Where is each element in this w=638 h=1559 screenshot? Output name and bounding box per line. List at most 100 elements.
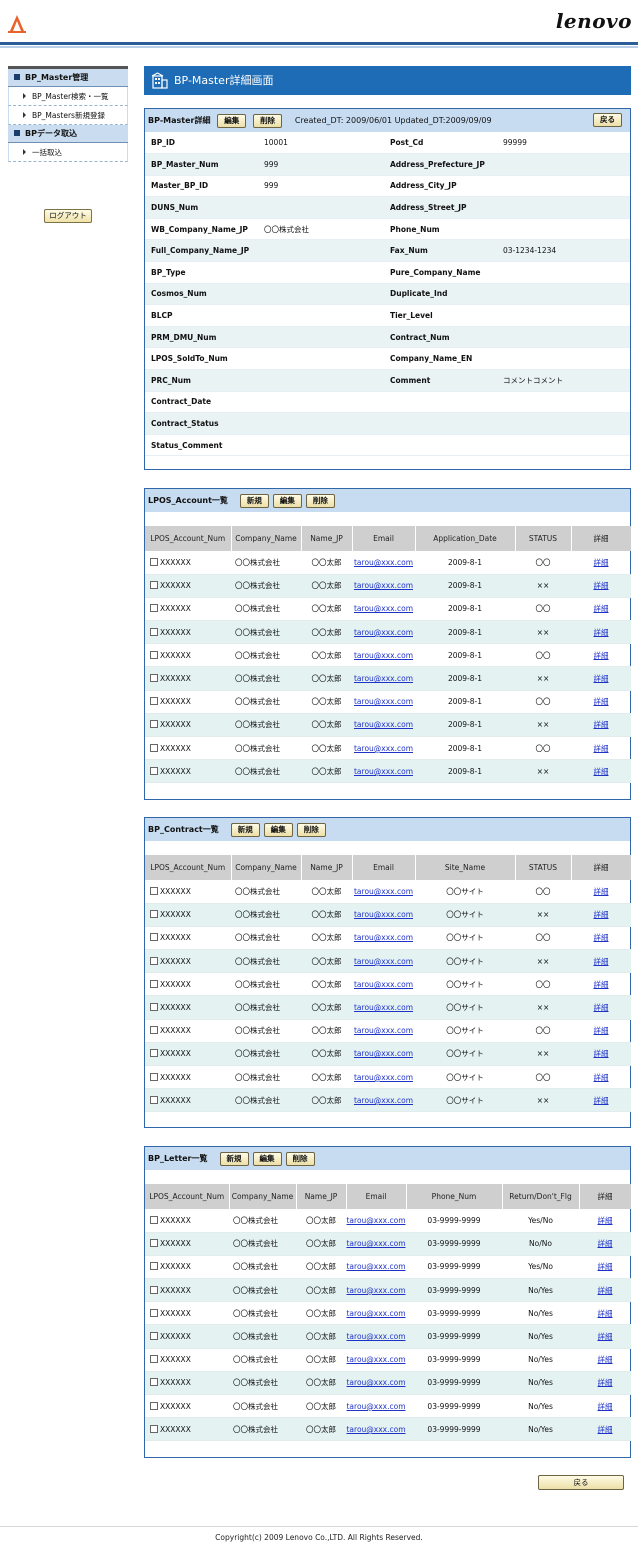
row-checkbox[interactable]: [150, 1378, 158, 1387]
email-link[interactable]: tarou@xxx.com: [346, 1425, 405, 1434]
detail-link[interactable]: 詳細: [594, 910, 609, 919]
detail-link[interactable]: 詳細: [594, 651, 609, 660]
detail-link[interactable]: 詳細: [594, 1003, 609, 1012]
row-checkbox[interactable]: [150, 720, 158, 729]
email-link[interactable]: tarou@xxx.com: [354, 558, 413, 567]
row-checkbox[interactable]: [150, 766, 158, 775]
row-checkbox[interactable]: [150, 581, 158, 590]
row-checkbox[interactable]: [150, 1026, 158, 1035]
row-checkbox[interactable]: [150, 557, 158, 566]
sidebar-item-new-register[interactable]: BP_Masters新規登録: [8, 106, 128, 125]
row-checkbox[interactable]: [150, 910, 158, 919]
detail-link[interactable]: 詳細: [598, 1216, 613, 1225]
row-checkbox[interactable]: [150, 979, 158, 988]
sidebar-item-bulk-import[interactable]: 一括取込: [8, 143, 128, 162]
row-checkbox[interactable]: [150, 1332, 158, 1341]
detail-link[interactable]: 詳細: [598, 1286, 613, 1295]
email-link[interactable]: tarou@xxx.com: [346, 1355, 405, 1364]
detail-link[interactable]: 詳細: [594, 697, 609, 706]
email-link[interactable]: tarou@xxx.com: [354, 581, 413, 590]
delete-button[interactable]: 削除: [253, 113, 283, 128]
row-checkbox[interactable]: [150, 1262, 158, 1271]
email-link[interactable]: tarou@xxx.com: [354, 628, 413, 637]
email-link[interactable]: tarou@xxx.com: [354, 1049, 413, 1058]
delete-button[interactable]: 削除: [296, 822, 326, 837]
detail-link[interactable]: 詳細: [594, 887, 609, 896]
detail-link[interactable]: 詳細: [598, 1378, 613, 1387]
detail-link[interactable]: 詳細: [594, 1096, 609, 1105]
row-checkbox[interactable]: [150, 1355, 158, 1364]
detail-link[interactable]: 詳細: [598, 1425, 613, 1434]
row-checkbox[interactable]: [150, 1049, 158, 1058]
edit-button[interactable]: 編集: [272, 493, 302, 508]
email-link[interactable]: tarou@xxx.com: [346, 1378, 405, 1387]
email-link[interactable]: tarou@xxx.com: [346, 1239, 405, 1248]
email-link[interactable]: tarou@xxx.com: [354, 1003, 413, 1012]
detail-link[interactable]: 詳細: [598, 1262, 613, 1271]
email-link[interactable]: tarou@xxx.com: [354, 910, 413, 919]
row-checkbox[interactable]: [150, 1308, 158, 1317]
email-link[interactable]: tarou@xxx.com: [354, 933, 413, 942]
email-link[interactable]: tarou@xxx.com: [354, 604, 413, 613]
new-button[interactable]: 新規: [219, 1151, 249, 1166]
row-checkbox[interactable]: [150, 1072, 158, 1081]
row-checkbox[interactable]: [150, 1215, 158, 1224]
email-link[interactable]: tarou@xxx.com: [354, 720, 413, 729]
detail-link[interactable]: 詳細: [594, 1026, 609, 1035]
row-checkbox[interactable]: [150, 1239, 158, 1248]
email-link[interactable]: tarou@xxx.com: [346, 1402, 405, 1411]
row-checkbox[interactable]: [150, 650, 158, 659]
email-link[interactable]: tarou@xxx.com: [346, 1309, 405, 1318]
edit-button[interactable]: 編集: [252, 1151, 282, 1166]
delete-button[interactable]: 削除: [285, 1151, 315, 1166]
back-button[interactable]: 戻る: [593, 113, 622, 127]
email-link[interactable]: tarou@xxx.com: [346, 1262, 405, 1271]
row-checkbox[interactable]: [150, 1401, 158, 1410]
email-link[interactable]: tarou@xxx.com: [354, 744, 413, 753]
new-button[interactable]: 新規: [239, 493, 269, 508]
bottom-back-button[interactable]: 戻る: [538, 1475, 624, 1490]
edit-button[interactable]: 編集: [263, 822, 293, 837]
email-link[interactable]: tarou@xxx.com: [354, 957, 413, 966]
row-checkbox[interactable]: [150, 604, 158, 613]
detail-link[interactable]: 詳細: [594, 1049, 609, 1058]
detail-link[interactable]: 詳細: [594, 720, 609, 729]
row-checkbox[interactable]: [150, 697, 158, 706]
detail-link[interactable]: 詳細: [594, 933, 609, 942]
email-link[interactable]: tarou@xxx.com: [354, 980, 413, 989]
detail-link[interactable]: 詳細: [594, 1073, 609, 1082]
email-link[interactable]: tarou@xxx.com: [354, 651, 413, 660]
detail-link[interactable]: 詳細: [594, 628, 609, 637]
detail-link[interactable]: 詳細: [598, 1332, 613, 1341]
delete-button[interactable]: 削除: [305, 493, 335, 508]
email-link[interactable]: tarou@xxx.com: [354, 1026, 413, 1035]
row-checkbox[interactable]: [150, 743, 158, 752]
detail-link[interactable]: 詳細: [594, 581, 609, 590]
detail-link[interactable]: 詳細: [594, 957, 609, 966]
row-checkbox[interactable]: [150, 1095, 158, 1104]
email-link[interactable]: tarou@xxx.com: [346, 1216, 405, 1225]
row-checkbox[interactable]: [150, 1424, 158, 1433]
logout-button[interactable]: ログアウト: [44, 209, 92, 223]
detail-link[interactable]: 詳細: [594, 767, 609, 776]
row-checkbox[interactable]: [150, 1003, 158, 1012]
detail-link[interactable]: 詳細: [598, 1239, 613, 1248]
row-checkbox[interactable]: [150, 627, 158, 636]
sidebar-item-search-list[interactable]: BP_Master検索・一覧: [8, 87, 128, 106]
email-link[interactable]: tarou@xxx.com: [346, 1286, 405, 1295]
row-checkbox[interactable]: [150, 886, 158, 895]
row-checkbox[interactable]: [150, 933, 158, 942]
email-link[interactable]: tarou@xxx.com: [346, 1332, 405, 1341]
row-checkbox[interactable]: [150, 674, 158, 683]
detail-link[interactable]: 詳細: [598, 1309, 613, 1318]
row-checkbox[interactable]: [150, 956, 158, 965]
detail-link[interactable]: 詳細: [594, 744, 609, 753]
email-link[interactable]: tarou@xxx.com: [354, 767, 413, 776]
new-button[interactable]: 新規: [230, 822, 260, 837]
email-link[interactable]: tarou@xxx.com: [354, 887, 413, 896]
detail-link[interactable]: 詳細: [594, 604, 609, 613]
row-checkbox[interactable]: [150, 1285, 158, 1294]
edit-button[interactable]: 編集: [217, 113, 247, 128]
detail-link[interactable]: 詳細: [598, 1355, 613, 1364]
detail-link[interactable]: 詳細: [594, 980, 609, 989]
